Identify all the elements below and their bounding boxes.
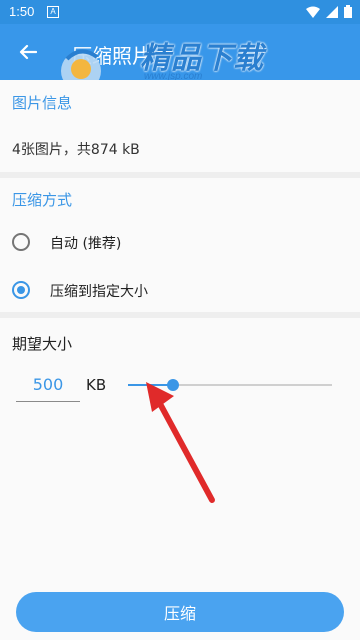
compress-method-title: 压缩方式 (12, 191, 73, 209)
image-info-card: 图片信息 4张图片，共874 kB (0, 80, 360, 172)
status-time: 1:50 (9, 4, 35, 19)
signal-icon (326, 5, 338, 18)
expected-size-title: 期望大小 (12, 335, 73, 353)
wifi-icon (306, 6, 320, 18)
image-info-summary: 4张图片，共874 kB (12, 142, 140, 158)
annotation-arrow-icon (146, 382, 215, 503)
arrow-left-icon (19, 44, 37, 60)
battery-icon (344, 5, 352, 18)
radio-label-auto: 自动 (推荐) (50, 236, 122, 252)
image-info-title: 图片信息 (12, 94, 73, 112)
status-bar: 1:50 A (0, 0, 360, 24)
radio-button-auto[interactable] (12, 233, 30, 251)
radio-label-target-size: 压缩到指定大小 (50, 284, 148, 300)
size-input[interactable]: 500 (16, 373, 80, 402)
bottom-bar: 压缩 (0, 584, 360, 640)
notification-icon: A (47, 6, 59, 18)
back-button[interactable] (12, 36, 44, 68)
radio-button-target-size[interactable] (12, 281, 30, 299)
compress-button[interactable]: 压缩 (16, 592, 344, 632)
compress-method-card: 压缩方式 自动 (推荐) 压缩到指定大小 (0, 178, 360, 312)
size-unit: KB (86, 376, 107, 394)
status-icons (306, 5, 352, 18)
